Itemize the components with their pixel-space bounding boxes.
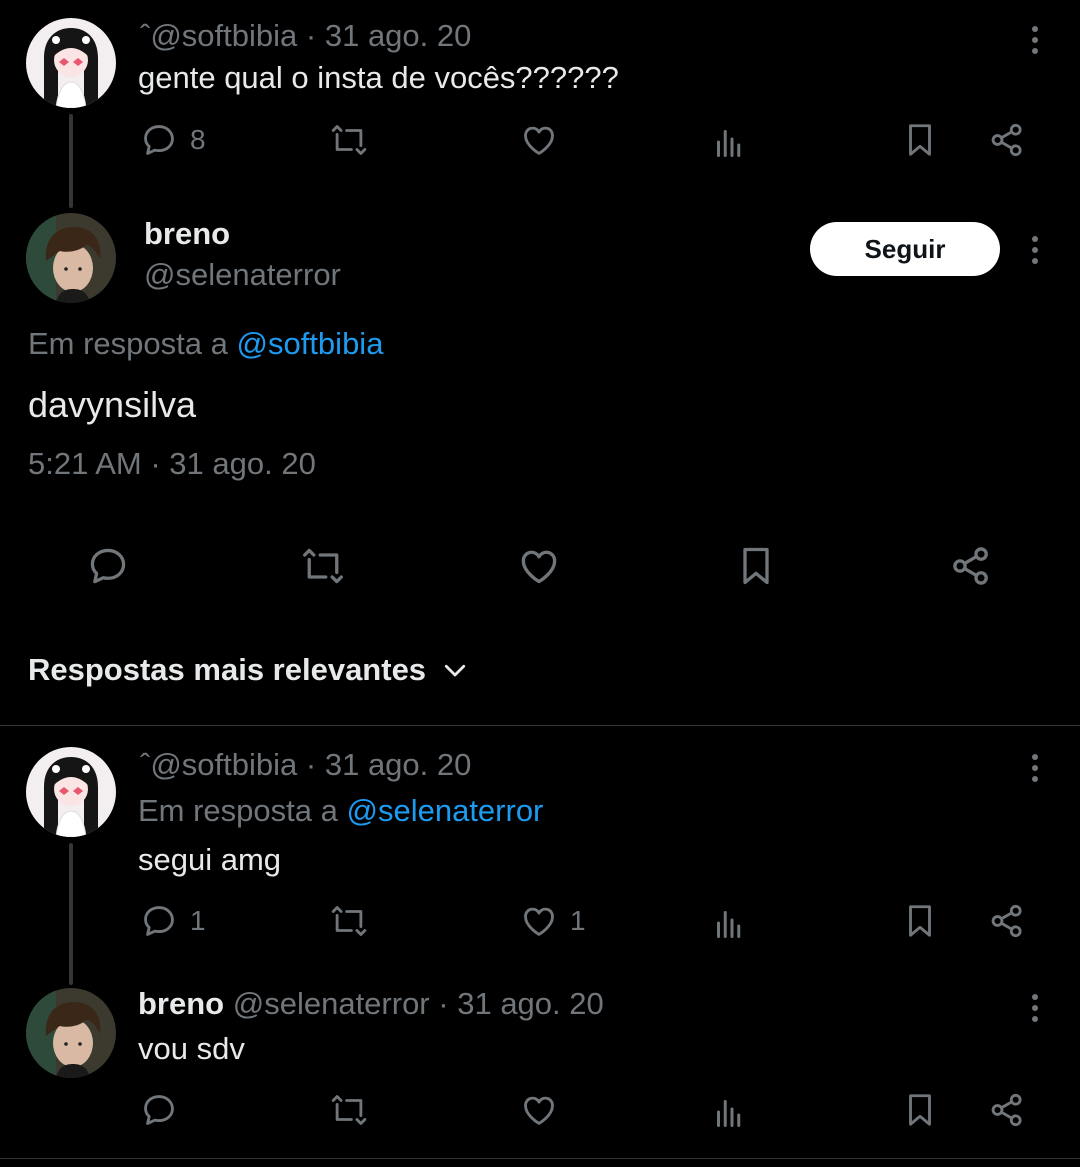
retweet-icon [330,902,368,940]
tweet-date[interactable]: 31 ago. 20 [325,747,472,782]
bookmark-icon [901,1091,939,1129]
reply-icon [140,902,178,940]
like-count: 1 [570,905,586,936]
divider [0,725,1080,726]
like-button[interactable]: 1 [520,902,586,940]
tweet-text: vou sdv [138,1031,245,1066]
reply-icon [86,544,130,588]
author-handle[interactable]: @softbibia [150,747,297,782]
sort-dropdown[interactable]: Respostas mais relevantes [28,652,470,688]
retweet-icon [330,1091,368,1129]
views-button[interactable] [711,905,747,941]
bookmark-icon [901,902,939,940]
share-button[interactable] [988,902,1026,940]
more-icon[interactable] [1020,748,1050,788]
share-icon [949,544,993,588]
avatar[interactable] [26,988,116,1078]
reply-context: Em resposta a @softbibia [28,326,384,361]
tweet-date[interactable]: 31 ago. 20 [325,18,472,53]
tweet-timestamp[interactable]: 5:21 AM · 31 ago. 20 [28,446,316,482]
author-handle[interactable]: @selenaterror [233,986,430,1021]
tweet-text: segui amg [138,842,282,877]
tweet-meta: ˆ@softbibia · 31 ago. 20 [140,18,472,53]
author-handle[interactable]: @selenaterror [144,257,341,293]
views-icon [711,905,747,941]
bookmark-icon [901,121,939,159]
retweet-button[interactable] [301,544,345,588]
author-name[interactable]: breno [138,986,224,1021]
reply-button[interactable] [86,544,130,588]
like-icon [520,902,558,940]
follow-button[interactable]: Seguir [810,222,1000,276]
author-handle[interactable]: @softbibia [150,18,297,53]
author-name[interactable]: ˆ [140,18,150,53]
bookmark-icon [734,544,778,588]
tweet-text: gente qual o insta de vocês?????? [138,60,619,95]
share-icon [988,1091,1026,1129]
more-icon[interactable] [1020,988,1050,1028]
like-icon [520,1091,558,1129]
mention-link[interactable]: @softbibia [237,326,384,361]
divider [0,1158,1080,1159]
share-icon [988,902,1026,940]
reply-count: 1 [190,905,206,936]
bookmark-button[interactable] [901,121,939,159]
avatar[interactable] [26,747,116,837]
reply-icon [140,1091,178,1129]
reply-icon [140,121,178,159]
reply-button[interactable]: 8 [140,121,206,159]
more-icon[interactable] [1020,20,1050,60]
like-icon [517,544,561,588]
mention-link[interactable]: @selenaterror [347,793,544,828]
retweet-button[interactable] [330,902,368,940]
retweet-button[interactable] [330,1091,368,1129]
views-button[interactable] [711,124,747,160]
views-button[interactable] [711,1094,747,1130]
share-button[interactable] [949,544,993,588]
share-button[interactable] [988,121,1026,159]
thread-line [69,843,73,985]
views-icon [711,124,747,160]
share-button[interactable] [988,1091,1026,1129]
retweet-icon [301,544,345,588]
thread-line [69,114,73,208]
sort-label: Respostas mais relevantes [28,652,427,687]
tweet-meta: ˆ@softbibia · 31 ago. 20 [140,747,472,782]
reply-count: 8 [190,124,206,155]
like-button[interactable] [517,544,561,588]
avatar[interactable] [26,18,116,108]
views-icon [711,1094,747,1130]
more-icon[interactable] [1020,230,1050,270]
author-name[interactable]: ˆ [140,747,150,782]
bookmark-button[interactable] [901,1091,939,1129]
retweet-button[interactable] [330,121,368,159]
bookmark-button[interactable] [734,544,778,588]
retweet-icon [330,121,368,159]
author-name[interactable]: breno [144,216,230,252]
tweet-meta: breno @selenaterror · 31 ago. 20 [138,986,604,1021]
reply-button[interactable]: 1 [140,902,206,940]
tweet-date[interactable]: 31 ago. 20 [457,986,604,1021]
avatar[interactable] [26,213,116,303]
like-button[interactable] [520,1091,558,1129]
like-button[interactable] [520,121,558,159]
bookmark-button[interactable] [901,902,939,940]
reply-context: Em resposta a @selenaterror [138,793,544,828]
tweet-text: davynsilva [28,384,197,425]
like-icon [520,121,558,159]
chevron-down-icon [444,664,466,677]
share-icon [988,121,1026,159]
reply-button[interactable] [140,1091,178,1129]
